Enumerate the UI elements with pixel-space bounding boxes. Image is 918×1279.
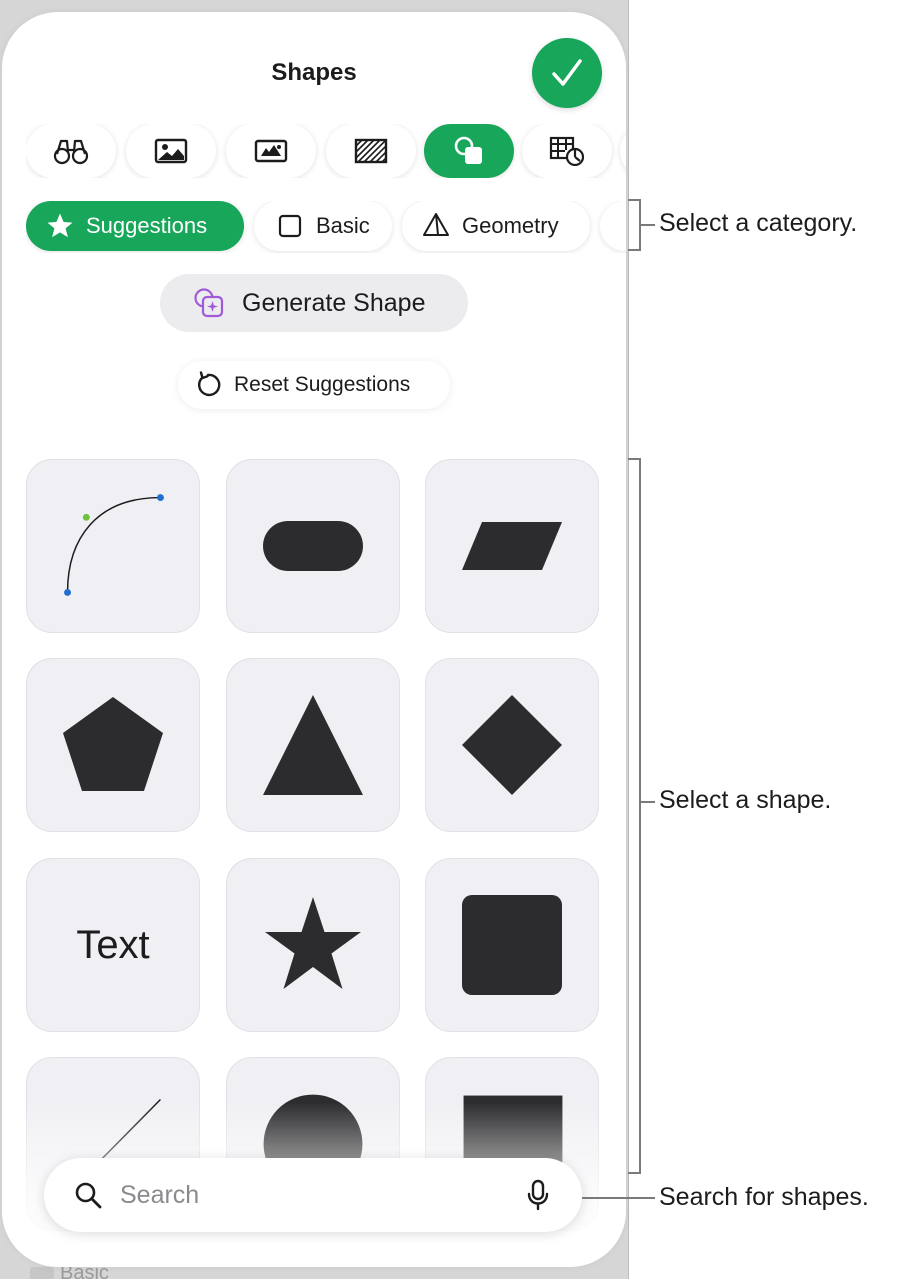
- reset-icon: [198, 371, 221, 397]
- shape-callout-line: [641, 801, 655, 803]
- text-shape-label: Text: [76, 922, 150, 967]
- search-icon: [75, 1182, 102, 1209]
- shape-tile-triangle[interactable]: [226, 658, 400, 832]
- tab-media[interactable]: [226, 124, 316, 178]
- page-root: Basic Shapes Suggestions Basic Geometry …: [0, 0, 918, 1279]
- shapes-sheet: Shapes Suggestions Basic Geometry Genera…: [2, 12, 626, 1267]
- star-icon: [47, 213, 73, 238]
- category-callout-bracket: [628, 199, 641, 251]
- star-shape: [265, 897, 361, 989]
- pyramid-icon: [423, 213, 449, 236]
- generate-shape-icon: [194, 288, 224, 318]
- photo-icon: [154, 138, 188, 164]
- category-label: Geometry: [462, 213, 559, 238]
- partial-category-icon: [622, 212, 626, 240]
- search-callout-line: [582, 1197, 655, 1199]
- tab-tables-charts[interactable]: [522, 124, 612, 178]
- curve-shape: [64, 494, 164, 596]
- pentagon-shape: [63, 697, 163, 791]
- insert-tab-row: [26, 124, 626, 178]
- square-icon: [278, 214, 302, 238]
- category-more[interactable]: [600, 201, 626, 251]
- tab-photos[interactable]: [126, 124, 216, 178]
- category-row: Suggestions Basic Geometry: [26, 201, 626, 253]
- category-callout: Select a category.: [659, 209, 858, 237]
- done-button[interactable]: [532, 38, 602, 108]
- shape-tile-pentagon[interactable]: [26, 658, 200, 832]
- category-suggestions[interactable]: Suggestions: [26, 201, 244, 251]
- tab-patterns[interactable]: [326, 124, 416, 178]
- microphone-icon[interactable]: [526, 1179, 550, 1211]
- checkmark-icon: [552, 59, 582, 86]
- category-basic[interactable]: Basic: [254, 201, 392, 251]
- pill-shape: [263, 521, 363, 571]
- media-icon: [254, 139, 288, 163]
- diamond-shape: [462, 695, 562, 795]
- shape-tile-curve[interactable]: [26, 459, 200, 633]
- shape-tile-star[interactable]: [226, 858, 400, 1032]
- shape-callout: Select a shape.: [659, 786, 832, 814]
- reset-suggestions-label: Reset Suggestions: [234, 373, 411, 396]
- tab-more[interactable]: [620, 124, 626, 178]
- square-shape: [462, 895, 562, 995]
- table-chart-icon: [549, 136, 585, 166]
- search-input[interactable]: [118, 1179, 502, 1211]
- category-callout-line: [641, 224, 655, 226]
- shape-tile-parallelogram[interactable]: [425, 459, 599, 633]
- generate-shape-button[interactable]: Generate Shape: [160, 274, 468, 332]
- category-label: Suggestions: [86, 213, 208, 238]
- shape-tile-rounded-rectangle[interactable]: [226, 459, 400, 633]
- parallelogram-shape: [462, 522, 562, 570]
- generate-shape-label: Generate Shape: [242, 288, 426, 317]
- reset-suggestions-button[interactable]: Reset Suggestions: [178, 361, 450, 409]
- shape-tile-text[interactable]: Text: [26, 858, 200, 1032]
- tab-tables-search[interactable]: [26, 124, 116, 178]
- category-geometry[interactable]: Geometry: [402, 201, 590, 251]
- hatched-rectangle-icon: [354, 138, 388, 164]
- binoculars-icon: [53, 139, 89, 165]
- shapes-icon: [454, 136, 482, 164]
- triangle-shape: [263, 695, 363, 795]
- shape-tile-diamond[interactable]: [425, 658, 599, 832]
- category-label: Basic: [316, 213, 370, 238]
- search-bar[interactable]: [44, 1158, 582, 1232]
- search-callout: Search for shapes.: [659, 1183, 869, 1211]
- tab-shapes[interactable]: [424, 124, 514, 178]
- shape-tile-square[interactable]: [425, 858, 599, 1032]
- shape-callout-bracket: [628, 458, 641, 1174]
